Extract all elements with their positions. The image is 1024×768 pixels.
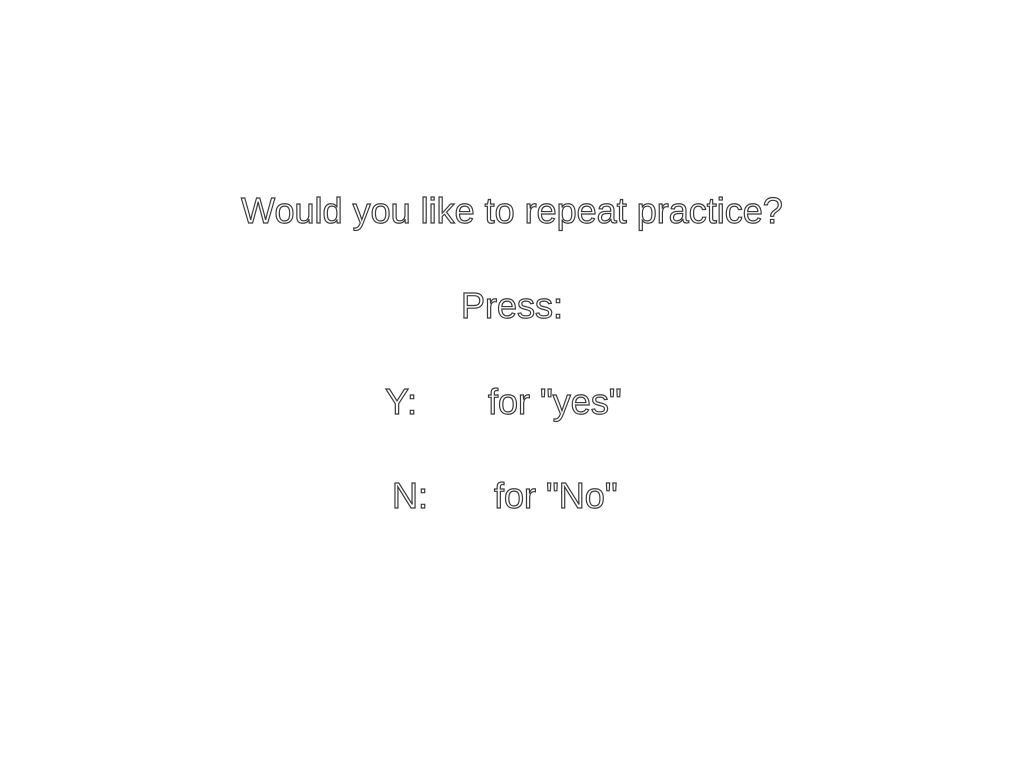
- no-key-label: N:: [391, 475, 428, 516]
- press-instruction: Press:: [460, 285, 564, 326]
- yes-key-description: for "yes": [487, 381, 622, 422]
- no-key-description: for "No": [493, 475, 618, 516]
- repeat-question: Would you like to repeat practice?: [241, 190, 784, 231]
- yes-key-label: Y:: [384, 381, 418, 422]
- practice-repeat-screen: Would you like to repeat practice? Press…: [0, 0, 1024, 768]
